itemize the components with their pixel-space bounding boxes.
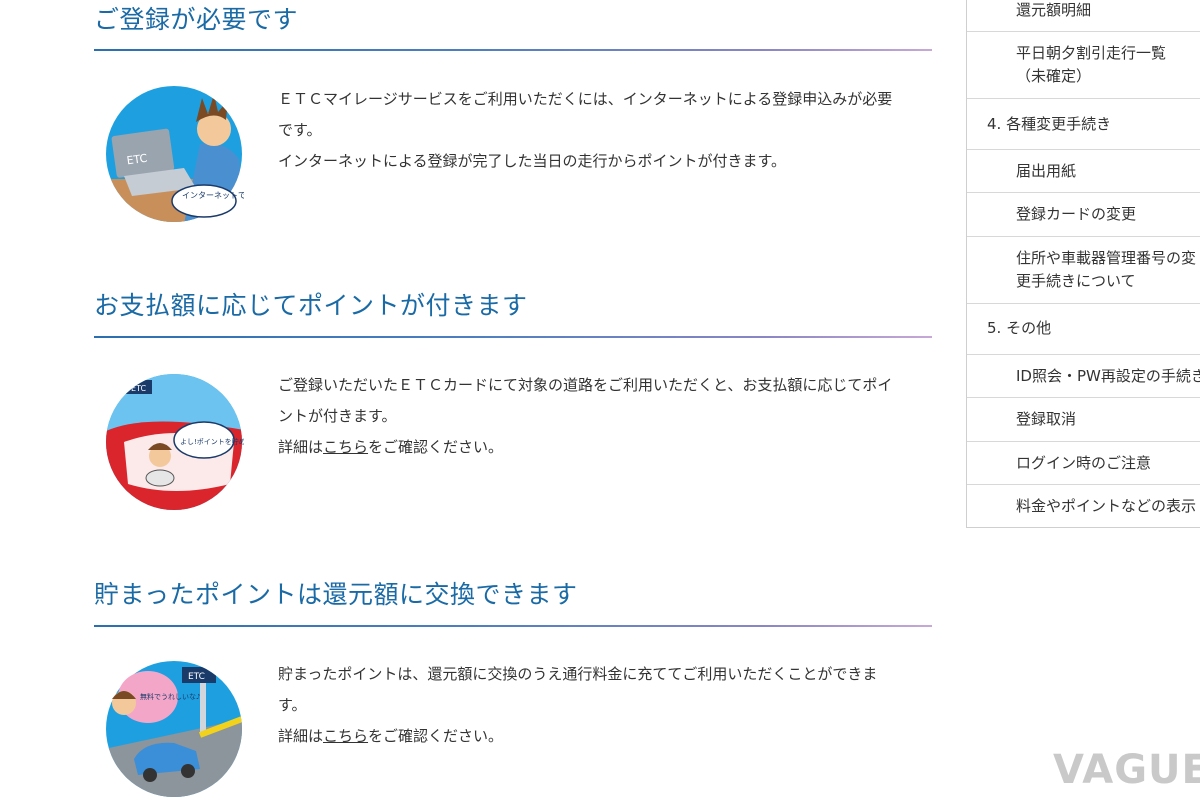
watermark-logo: VAGUE	[1053, 747, 1200, 793]
section-body: 貯まったポイントは、還元額に交換のうえ通行料金に充ててご利用いただくことができま…	[278, 659, 928, 752]
main-content: ご登録が必要です ETC インターネットで申込み! ＥＴＣマイレージサービスをご…	[0, 0, 960, 800]
etc-car-driver-illustration: ETC よし!ポイントを貯めるぞ!	[106, 374, 244, 510]
section-title: お支払額に応じてポイントが付きます	[94, 291, 528, 320]
body-line: 貯まったポイントは、還元額に交換のうえ通行料金に充ててご利用いただくことができま	[278, 665, 878, 683]
sidebar-nav: 還元額明細 平日朝夕割引走行一覧 （未確定） 4. 各種変更手続き 届出用紙 登…	[966, 0, 1200, 528]
sidebar-item-label: ログイン時のご注意	[1016, 454, 1152, 472]
detail-suffix: をご確認ください。	[368, 727, 504, 745]
section-title: ご登録が必要です	[94, 5, 299, 34]
body-line: す。	[278, 696, 307, 714]
sidebar-item-weekday-discount-list[interactable]: 平日朝夕割引走行一覧 （未確定）	[967, 32, 1200, 99]
body-line: インターネットによる登録が完了した当日の走行からポイントが付きます。	[278, 152, 787, 170]
detail-suffix: をご確認ください。	[368, 438, 504, 456]
sidebar-item-cancel-registration[interactable]: 登録取消	[967, 398, 1200, 442]
sidebar-item-refund-details[interactable]: 還元額明細	[967, 0, 1200, 32]
svg-text:ETC: ETC	[188, 672, 205, 682]
sidebar-item-label: 料金やポイントなどの表示	[1016, 497, 1197, 515]
sidebar-item-label: 登録カードの変更	[1016, 205, 1137, 223]
section-divider	[94, 625, 932, 627]
sidebar-item-login-notes[interactable]: ログイン時のご注意	[967, 442, 1200, 485]
detail-prefix: 詳細は	[278, 438, 324, 456]
body-line: ントが付きます。	[278, 407, 397, 425]
details-link[interactable]: こちら	[323, 438, 368, 456]
sidebar-item-label: 5. その他	[987, 319, 1052, 337]
sidebar-item-label: 還元額明細	[1016, 1, 1092, 19]
section-title: 貯まったポイントは還元額に交換できます	[94, 580, 578, 609]
svg-text:インターネットで申込み!: インターネットで申込み!	[182, 190, 244, 200]
section-divider	[94, 49, 932, 51]
sidebar-item-label-line2: （未確定）	[1016, 67, 1092, 85]
section-points: お支払額に応じてポイントが付きます ETC よし!ポイントを貯めるぞ! ご登録い…	[94, 286, 932, 536]
svg-text:よし!ポイントを貯めるぞ!: よし!ポイントを貯めるぞ!	[180, 437, 244, 446]
sidebar-item-label: 4. 各種変更手続き	[987, 115, 1112, 133]
detail-prefix: 詳細は	[278, 727, 324, 745]
sidebar-item-display-notes[interactable]: 料金やポイントなどの表示	[967, 485, 1200, 527]
sidebar-item-id-password-reset[interactable]: ID照会・PW再設定の手続き	[967, 355, 1200, 398]
sidebar-item-label: 平日朝夕割引走行一覧	[1016, 44, 1167, 62]
sidebar-item-forms[interactable]: 届出用紙	[967, 150, 1200, 193]
sidebar-item-address-change[interactable]: 住所や車載器管理番号の変 更手続きについて	[967, 237, 1200, 304]
sidebar-item-label: 届出用紙	[1016, 162, 1077, 180]
sidebar-section-other[interactable]: 5. その他	[967, 304, 1200, 355]
body-line: ご登録いただいたＥＴＣカードにて対象の道路をご利用いただくと、お支払額に応じてポ…	[278, 376, 893, 394]
section-body: ＥＴＣマイレージサービスをご利用いただくには、インターネットによる登録申込みが必…	[278, 84, 928, 177]
detail-line: 詳細はこちらをご確認ください。	[278, 721, 928, 752]
section-registration: ご登録が必要です ETC インターネットで申込み! ＥＴＣマイレージサービスをご…	[94, 0, 932, 240]
sidebar-section-change-procedures[interactable]: 4. 各種変更手続き	[967, 99, 1200, 150]
body-line: です。	[278, 121, 322, 139]
etc-laptop-registration-illustration: ETC インターネットで申込み!	[106, 86, 244, 222]
sidebar-item-label-line2: 更手続きについて	[1016, 272, 1136, 290]
section-body: ご登録いただいたＥＴＣカードにて対象の道路をご利用いただくと、お支払額に応じてポ…	[278, 370, 928, 463]
sidebar-item-label: 住所や車載器管理番号の変	[1016, 249, 1197, 267]
sidebar-item-label: ID照会・PW再設定の手続き	[1016, 367, 1200, 385]
svg-text:ETC: ETC	[131, 384, 146, 393]
etc-gate-toll-illustration: ETC 無料でうれしいな♪	[106, 661, 242, 797]
section-exchange: 貯まったポイントは還元額に交換できます ETC 無料でうれしいな♪ 貯まったポイ…	[94, 575, 932, 800]
sidebar-item-label: 登録取消	[1016, 410, 1077, 428]
body-line: ＥＴＣマイレージサービスをご利用いただくには、インターネットによる登録申込みが必…	[278, 90, 893, 108]
details-link[interactable]: こちら	[323, 727, 368, 745]
svg-text:無料でうれしいな♪: 無料でうれしいな♪	[140, 692, 200, 701]
section-divider	[94, 336, 932, 338]
sidebar-item-card-change[interactable]: 登録カードの変更	[967, 193, 1200, 237]
detail-line: 詳細はこちらをご確認ください。	[278, 432, 928, 463]
